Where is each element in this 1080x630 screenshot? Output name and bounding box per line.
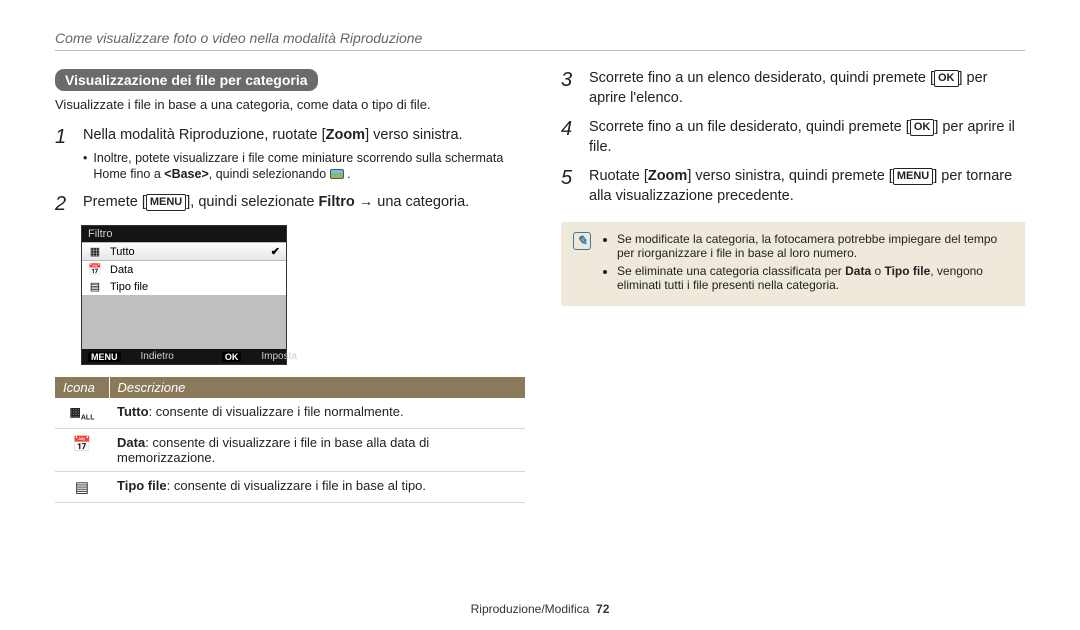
table-row: 📅 Data: consente di visualizzare i file … xyxy=(55,428,525,471)
all-icon: ▦ xyxy=(88,245,102,258)
step-1: 1 Nella modalità Riproduzione, ruotate [… xyxy=(55,126,525,183)
set-label: Imposta xyxy=(261,351,297,362)
note-item: Se modificate la categoria, la fotocamer… xyxy=(617,232,1013,260)
calendar-icon: 📅 xyxy=(88,263,102,276)
ok-button-tag: OK xyxy=(934,70,959,87)
filter-panel: Filtro ▦ Tutto ✔ 📅 Data ▤ Tipo file xyxy=(81,225,287,365)
calendar-icon: 📅 xyxy=(73,436,92,453)
table-row: ▤ Tipo file: consente di visualizzare i … xyxy=(55,471,525,502)
step-4: 4 Scorrete fino a un file desiderato, qu… xyxy=(561,118,1025,157)
filter-option-data[interactable]: 📅 Data xyxy=(82,261,286,278)
ok-button-tag: OK xyxy=(910,119,935,136)
section-title-pill: Visualizzazione dei file per categoria xyxy=(55,69,318,91)
info-icon: ✎ xyxy=(573,232,591,250)
table-head-desc: Descrizione xyxy=(109,377,525,398)
note-item: Se eliminate una categoria classificata … xyxy=(617,264,1013,292)
note-box: ✎ Se modificate la categoria, la fotocam… xyxy=(561,222,1025,306)
filter-panel-title: Filtro xyxy=(82,226,286,242)
table-head-icon: Icona xyxy=(55,377,109,398)
back-label: Indietro xyxy=(141,351,174,362)
menu-tag-icon: MENU xyxy=(88,352,121,362)
checkmark-icon: ✔ xyxy=(271,245,280,258)
step-1-substep: Inoltre, potete visualizzare i file come… xyxy=(83,150,525,184)
filetype-icon: ▤ xyxy=(75,479,89,496)
table-row: ▦ALL Tutto: consente di visualizzare i f… xyxy=(55,398,525,428)
section-description: Visualizzate i file in base a una catego… xyxy=(55,97,525,112)
step-2: 2 Premete [MENU], quindi selezionate Fil… xyxy=(55,193,525,215)
filter-option-tutto[interactable]: ▦ Tutto ✔ xyxy=(82,242,286,261)
base-thumbnail-icon xyxy=(330,169,344,179)
menu-button-tag: MENU xyxy=(146,194,186,211)
filter-option-tipo-file[interactable]: ▤ Tipo file xyxy=(82,278,286,295)
menu-button-tag: MENU xyxy=(893,168,933,185)
all-icon: ▦ALL xyxy=(70,405,95,419)
step-3: 3 Scorrete fino a un elenco desiderato, … xyxy=(561,69,1025,108)
divider xyxy=(55,50,1025,51)
filetype-icon: ▤ xyxy=(88,280,102,293)
step-5: 5 Ruotate [Zoom] verso sinistra, quindi … xyxy=(561,167,1025,206)
icon-description-table: Icona Descrizione ▦ALL Tutto: consente d… xyxy=(55,377,525,502)
breadcrumb: Come visualizzare foto o video nella mod… xyxy=(55,30,1025,46)
ok-tag-icon: OK xyxy=(222,352,242,362)
page-footer: Riproduzione/Modifica 72 xyxy=(0,602,1080,616)
